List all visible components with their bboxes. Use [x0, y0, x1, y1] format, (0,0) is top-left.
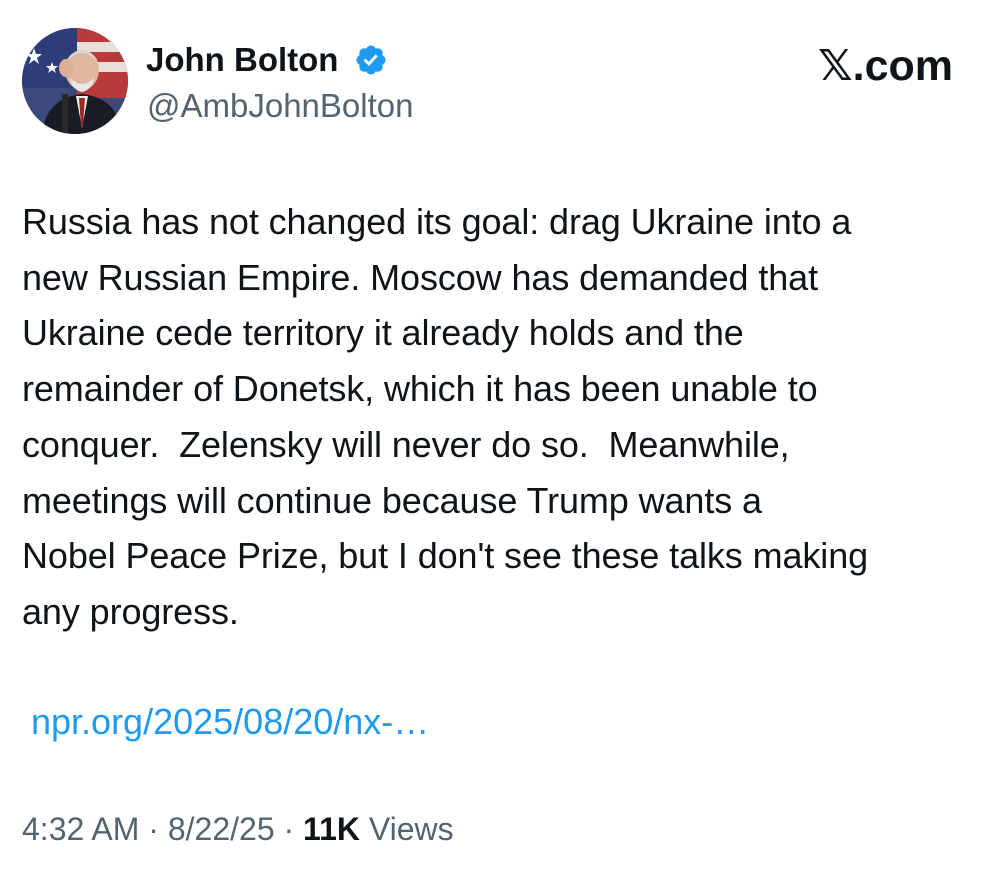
- tweet-text-line: new Russian Empire. Moscow has demanded …: [22, 256, 819, 298]
- x-logo: 𝕏.com: [818, 42, 954, 90]
- author-avatar[interactable]: [22, 28, 128, 134]
- avatar-photo: [22, 28, 128, 134]
- meta-separator: ·: [283, 811, 295, 847]
- author-handle[interactable]: @AmbJohnBolton: [147, 86, 413, 126]
- verified-badge-icon: [356, 45, 386, 75]
- tweet-time[interactable]: 4:32 AM: [22, 811, 139, 847]
- tweet-text-line: Russia has not changed its goal: drag Uk…: [22, 201, 852, 242]
- tweet-text-line: remainder of Donetsk, which it has been …: [22, 368, 818, 410]
- views-count: 11K: [303, 811, 360, 847]
- views-label: Views: [368, 811, 454, 847]
- author-display-name[interactable]: John Bolton: [146, 40, 338, 80]
- tweet-text-line: conquer. Zelensky will never do so. Mean…: [22, 423, 790, 465]
- tweet-date[interactable]: 8/22/25: [168, 811, 275, 847]
- tweet-text-line: meetings will continue because Trump wan…: [22, 479, 762, 521]
- tweet-meta: 4:32 AM · 8/22/25 · 11K Views: [22, 807, 454, 851]
- tweet-text-line: any progress.: [22, 590, 239, 632]
- tweet-text-line: Nobel Peace Prize, but I don't see these…: [22, 535, 869, 577]
- tweet-link[interactable]: npr.org/2025/08/20/nx-…: [31, 694, 429, 750]
- tweet-text: Russia has not changed its goal: drag Uk…: [22, 194, 997, 640]
- meta-separator: ·: [148, 811, 159, 847]
- tweet-text-line: Ukraine cede territory it already holds …: [22, 312, 744, 354]
